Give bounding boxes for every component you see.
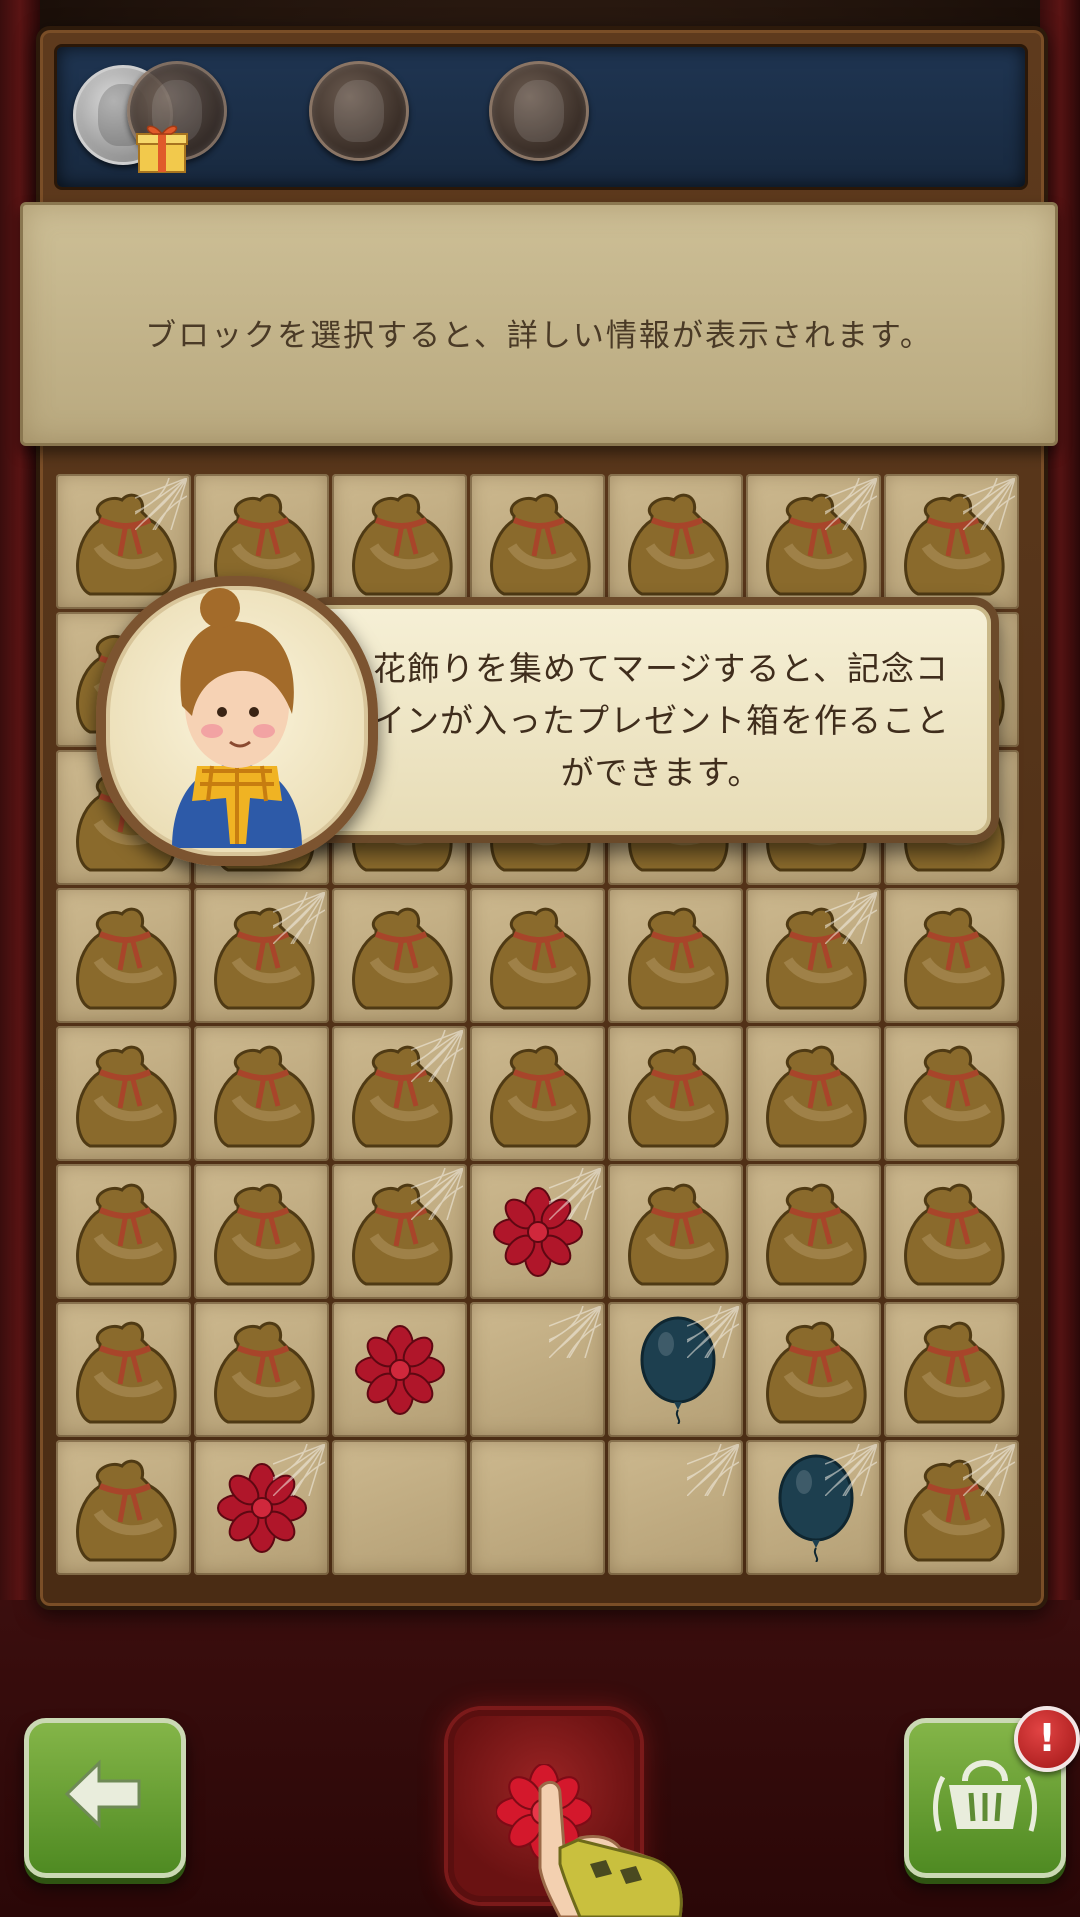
cobweb-icon xyxy=(963,478,1015,530)
sack-item-icon xyxy=(76,1459,177,1562)
sack-item-icon xyxy=(490,907,591,1010)
grid-cell-3-1[interactable] xyxy=(194,888,329,1023)
sack-item-icon xyxy=(214,1183,315,1286)
cobweb-icon xyxy=(273,1444,325,1496)
grid-cell-7-6[interactable] xyxy=(884,1440,1019,1575)
commemorative-coin-3[interactable] xyxy=(309,61,409,161)
sack-item-icon xyxy=(490,1045,591,1148)
cobweb-icon xyxy=(135,478,187,530)
grid-cell-6-0[interactable] xyxy=(56,1302,191,1437)
back-button[interactable] xyxy=(24,1718,186,1878)
grid-cell-6-3[interactable] xyxy=(470,1302,605,1437)
grid-cell-4-1[interactable] xyxy=(194,1026,329,1161)
grid-cell-3-0[interactable] xyxy=(56,888,191,1023)
sack-item-icon xyxy=(628,907,729,1010)
sack-item-icon xyxy=(214,1045,315,1148)
sack-item-icon xyxy=(76,907,177,1010)
grid-cell-5-5[interactable] xyxy=(746,1164,881,1299)
info-banner-text: ブロックを選択すると、詳しい情報が表示されます。 xyxy=(145,318,933,354)
cobweb-icon xyxy=(963,1444,1015,1496)
tutorial-dialog[interactable]: 花飾りを集めてマージすると、記念コインが入ったプレゼント箱を作ることができます。 xyxy=(283,597,999,843)
grid-cell-6-2[interactable] xyxy=(332,1302,467,1437)
sack-item-icon xyxy=(766,1321,867,1424)
coin-shelf xyxy=(54,44,1028,190)
grid-cell-5-6[interactable] xyxy=(884,1164,1019,1299)
grid-cell-7-0[interactable] xyxy=(56,1440,191,1575)
alert-badge: ! xyxy=(1014,1706,1080,1772)
red-bow-item-icon xyxy=(355,1325,445,1415)
sack-item-icon xyxy=(904,1321,1005,1424)
guide-character-portrait xyxy=(96,576,378,866)
cobweb-icon xyxy=(411,1030,463,1082)
grid-cell-0-6[interactable] xyxy=(884,474,1019,609)
grid-cell-6-4[interactable] xyxy=(608,1302,743,1437)
tutorial-dialog-text: 花飾りを集めてマージすると、記念コインが入ったプレゼント箱を作ることができます。 xyxy=(372,649,950,792)
grid-cell-4-0[interactable] xyxy=(56,1026,191,1161)
sack-item-icon xyxy=(76,1321,177,1424)
sack-item-icon xyxy=(766,1183,867,1286)
tutorial-pointer-hand-icon xyxy=(538,1780,683,1917)
basket-icon xyxy=(933,1760,1037,1832)
sack-item-icon xyxy=(214,1321,315,1424)
grid-cell-3-4[interactable] xyxy=(608,888,743,1023)
sack-item-icon xyxy=(352,907,453,1010)
cobweb-icon xyxy=(411,1168,463,1220)
cobweb-icon xyxy=(687,1444,739,1496)
grid-cell-5-0[interactable] xyxy=(56,1164,191,1299)
grid-cell-4-3[interactable] xyxy=(470,1026,605,1161)
grid-cell-7-3[interactable] xyxy=(470,1440,605,1575)
grid-cell-7-5[interactable] xyxy=(746,1440,881,1575)
sack-item-icon xyxy=(766,1045,867,1148)
grid-cell-6-5[interactable] xyxy=(746,1302,881,1437)
grid-cell-4-4[interactable] xyxy=(608,1026,743,1161)
arrow-left-icon xyxy=(64,1759,141,1829)
grid-cell-5-2[interactable] xyxy=(332,1164,467,1299)
sack-item-icon xyxy=(904,1183,1005,1286)
cobweb-icon xyxy=(549,1306,601,1358)
grid-cell-5-3[interactable] xyxy=(470,1164,605,1299)
grid-cell-7-4[interactable] xyxy=(608,1440,743,1575)
sack-item-icon xyxy=(904,1045,1005,1148)
gift-box-icon xyxy=(136,125,188,173)
cobweb-icon xyxy=(687,1306,739,1358)
commemorative-coin-4[interactable] xyxy=(489,61,589,161)
sack-item-icon xyxy=(76,1183,177,1286)
grid-cell-4-6[interactable] xyxy=(884,1026,1019,1161)
grid-cell-0-4[interactable] xyxy=(608,474,743,609)
grid-cell-7-2[interactable] xyxy=(332,1440,467,1575)
cobweb-icon xyxy=(825,478,877,530)
grid-cell-0-2[interactable] xyxy=(332,474,467,609)
grid-cell-3-6[interactable] xyxy=(884,888,1019,1023)
grid-cell-7-1[interactable] xyxy=(194,1440,329,1575)
cobweb-icon xyxy=(549,1168,601,1220)
grid-cell-4-5[interactable] xyxy=(746,1026,881,1161)
sack-item-icon xyxy=(628,493,729,596)
grid-cell-6-1[interactable] xyxy=(194,1302,329,1437)
grid-cell-3-2[interactable] xyxy=(332,888,467,1023)
info-banner: ブロックを選択すると、詳しい情報が表示されます。 xyxy=(20,202,1058,446)
cobweb-icon xyxy=(273,892,325,944)
grid-cell-3-5[interactable] xyxy=(746,888,881,1023)
cobweb-icon xyxy=(825,1444,877,1496)
cobweb-icon xyxy=(825,892,877,944)
grid-cell-6-6[interactable] xyxy=(884,1302,1019,1437)
sack-item-icon xyxy=(490,493,591,596)
grid-cell-0-5[interactable] xyxy=(746,474,881,609)
grid-cell-4-2[interactable] xyxy=(332,1026,467,1161)
sack-item-icon xyxy=(904,907,1005,1010)
grid-cell-5-1[interactable] xyxy=(194,1164,329,1299)
sack-item-icon xyxy=(628,1045,729,1148)
grid-cell-0-3[interactable] xyxy=(470,474,605,609)
sack-item-icon xyxy=(352,493,453,596)
grid-cell-3-3[interactable] xyxy=(470,888,605,1023)
sack-item-icon xyxy=(628,1183,729,1286)
sack-item-icon xyxy=(76,1045,177,1148)
grid-cell-5-4[interactable] xyxy=(608,1164,743,1299)
